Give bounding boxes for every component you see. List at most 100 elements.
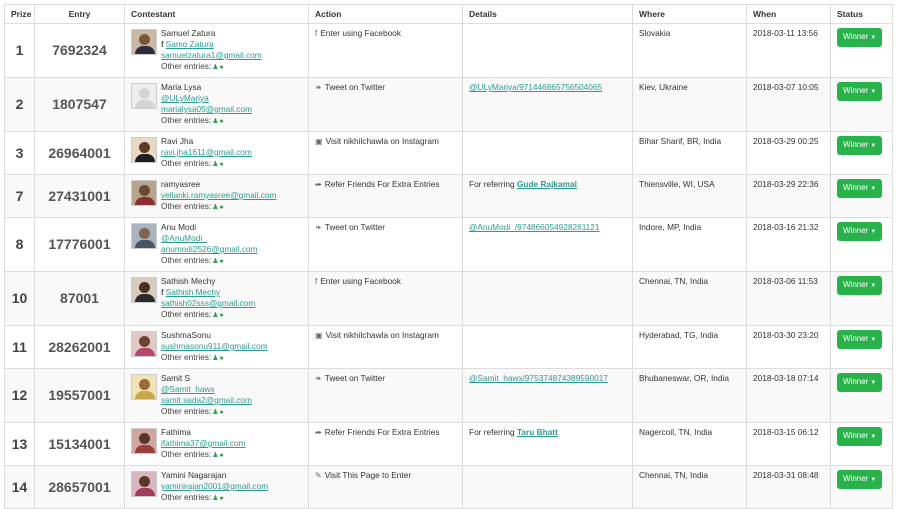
- winner-button[interactable]: Winner ▼: [837, 330, 883, 349]
- contestant-name: Samuel Zatura: [161, 28, 216, 38]
- contestant-email[interactable]: anumodi2526@gmail.com: [161, 244, 258, 254]
- winner-button[interactable]: Winner ▼: [837, 28, 883, 47]
- contestant-email[interactable]: vellanki.ramyasree@gmail.com: [161, 190, 276, 200]
- caret-down-icon: ▼: [870, 434, 877, 440]
- globe-icon[interactable]: ●: [220, 452, 224, 459]
- contestant-handle[interactable]: @Samit_hawx: [161, 384, 215, 394]
- prize-cell: 8: [4, 217, 35, 272]
- header-contestant[interactable]: Contestant: [124, 4, 309, 24]
- details-link[interactable]: @AnuModi_/974866054928261121: [469, 222, 600, 232]
- contestant-cell: Sathish Mechy f Sathish Mechy sathish02ss…: [124, 271, 309, 326]
- globe-icon[interactable]: ●: [220, 409, 224, 416]
- contestant-email[interactable]: sushmasonu911@gmail.com: [161, 341, 268, 351]
- header-action[interactable]: Action: [308, 4, 463, 24]
- action-text: Enter using Facebook: [320, 28, 401, 38]
- globe-icon[interactable]: ●: [220, 161, 224, 168]
- when-cell: 2018-03-11 13:56: [746, 23, 831, 78]
- avatar: [131, 137, 157, 163]
- globe-icon[interactable]: ●: [220, 118, 224, 125]
- action-text: Visit This Page to Enter: [324, 470, 412, 480]
- share-icon: ➦: [315, 180, 322, 189]
- user-icon[interactable]: ♟: [212, 355, 218, 362]
- when-cell: 2018-03-18 07:14: [746, 368, 831, 423]
- facebook-icon: f: [161, 288, 164, 297]
- globe-icon[interactable]: ●: [220, 355, 224, 362]
- user-icon[interactable]: ♟: [212, 161, 218, 168]
- facebook-icon: f: [315, 277, 318, 286]
- winner-button[interactable]: Winner ▼: [837, 179, 883, 198]
- user-icon[interactable]: ♟: [212, 204, 218, 211]
- winner-label: Winner: [843, 86, 869, 95]
- contestant-email[interactable]: samit.sada2@gmail.com: [161, 395, 252, 405]
- winner-button[interactable]: Winner ▼: [837, 427, 883, 446]
- winner-label: Winner: [843, 140, 869, 149]
- details-cell: [462, 325, 633, 369]
- where-cell: Kiev, Ukraine: [632, 77, 747, 132]
- contestant-handle[interactable]: Samo Zatura: [166, 39, 214, 49]
- globe-icon[interactable]: ●: [220, 258, 224, 265]
- contestant-cell: Samit S @Samit_hawx samit.sada2@gmail.co…: [124, 368, 309, 423]
- details-link[interactable]: @ULyMariya/971446865756504065: [469, 82, 602, 92]
- contestant-email[interactable]: sathish02sss@gmail.com: [161, 298, 255, 308]
- header-prize[interactable]: Prize: [4, 4, 35, 24]
- contestant-email[interactable]: marialysa05@gmail.com: [161, 104, 252, 114]
- prize-cell: 7: [4, 174, 35, 218]
- where-cell: Indore, MP, India: [632, 217, 747, 272]
- details-cell: [462, 131, 633, 175]
- contestant-handle[interactable]: Sathish Mechy: [166, 287, 220, 297]
- details-link[interactable]: @Samit_hawx/975374874389590017: [469, 373, 608, 383]
- contestant-email[interactable]: ifathima37@gmail.com: [161, 438, 246, 448]
- when-cell: 2018-03-15 06:12: [746, 422, 831, 466]
- winner-button[interactable]: Winner ▼: [837, 222, 883, 241]
- header-details[interactable]: Details: [462, 4, 633, 24]
- user-icon[interactable]: ♟: [212, 409, 218, 416]
- referred-friend-link[interactable]: Gude Rajkamal: [517, 179, 577, 189]
- action-cell: f Enter using Facebook: [308, 271, 463, 326]
- prize-cell: 1: [4, 23, 35, 78]
- where-cell: Bihar Sharif, BR, India: [632, 131, 747, 175]
- status-cell: Winner ▼: [830, 271, 893, 326]
- where-cell: Thiensville, WI, USA: [632, 174, 747, 218]
- contestant-email[interactable]: samuelzatura1@gmail.com: [161, 50, 262, 60]
- header-entry[interactable]: Entry: [34, 4, 125, 24]
- caret-down-icon: ▼: [870, 35, 877, 41]
- contestant-handle[interactable]: @AnuModi_: [161, 233, 207, 243]
- caret-down-icon: ▼: [870, 186, 877, 192]
- action-text: Refer Friends For Extra Entries: [324, 179, 440, 189]
- avatar: [131, 374, 157, 400]
- user-icon[interactable]: ♟: [212, 312, 218, 319]
- other-entries-label: Other entries:: [161, 309, 212, 319]
- contestant-name: ramyasree: [161, 179, 201, 189]
- globe-icon[interactable]: ●: [220, 204, 224, 211]
- globe-icon[interactable]: ●: [220, 64, 224, 71]
- referred-friend-link[interactable]: Taru Bhatt: [517, 427, 558, 437]
- details-prefix: For referring: [469, 427, 515, 437]
- other-entries-label: Other entries:: [161, 352, 212, 362]
- winner-button[interactable]: Winner ▼: [837, 470, 883, 489]
- user-icon[interactable]: ♟: [212, 258, 218, 265]
- header-when[interactable]: When: [746, 4, 831, 24]
- user-icon[interactable]: ♟: [212, 452, 218, 459]
- winner-button[interactable]: Winner ▼: [837, 82, 883, 101]
- details-cell: [462, 465, 633, 509]
- caret-down-icon: ▼: [870, 380, 877, 386]
- winner-button[interactable]: Winner ▼: [837, 373, 883, 392]
- entry-number: 19557001: [34, 368, 125, 423]
- contestant-name: Sathish Mechy: [161, 276, 216, 286]
- contestant-email[interactable]: yaminirajan2001@gmail.com: [161, 481, 268, 491]
- status-cell: Winner ▼: [830, 23, 893, 78]
- winner-button[interactable]: Winner ▼: [837, 136, 883, 155]
- user-icon[interactable]: ♟: [212, 118, 218, 125]
- prize-cell: 13: [4, 422, 35, 466]
- header-status[interactable]: Status: [830, 4, 893, 24]
- winner-label: Winner: [843, 226, 869, 235]
- action-cell: ➦ Refer Friends For Extra Entries: [308, 174, 463, 218]
- when-cell: 2018-03-29 22:36: [746, 174, 831, 218]
- globe-icon[interactable]: ●: [220, 312, 224, 319]
- contestant-handle[interactable]: @ULyMariya: [161, 93, 209, 103]
- winner-label: Winner: [843, 183, 869, 192]
- contestant-email[interactable]: ravi.jha1611@gmail.com: [161, 147, 252, 157]
- header-where[interactable]: Where: [632, 4, 747, 24]
- user-icon[interactable]: ♟: [212, 64, 218, 71]
- winner-button[interactable]: Winner ▼: [837, 276, 883, 295]
